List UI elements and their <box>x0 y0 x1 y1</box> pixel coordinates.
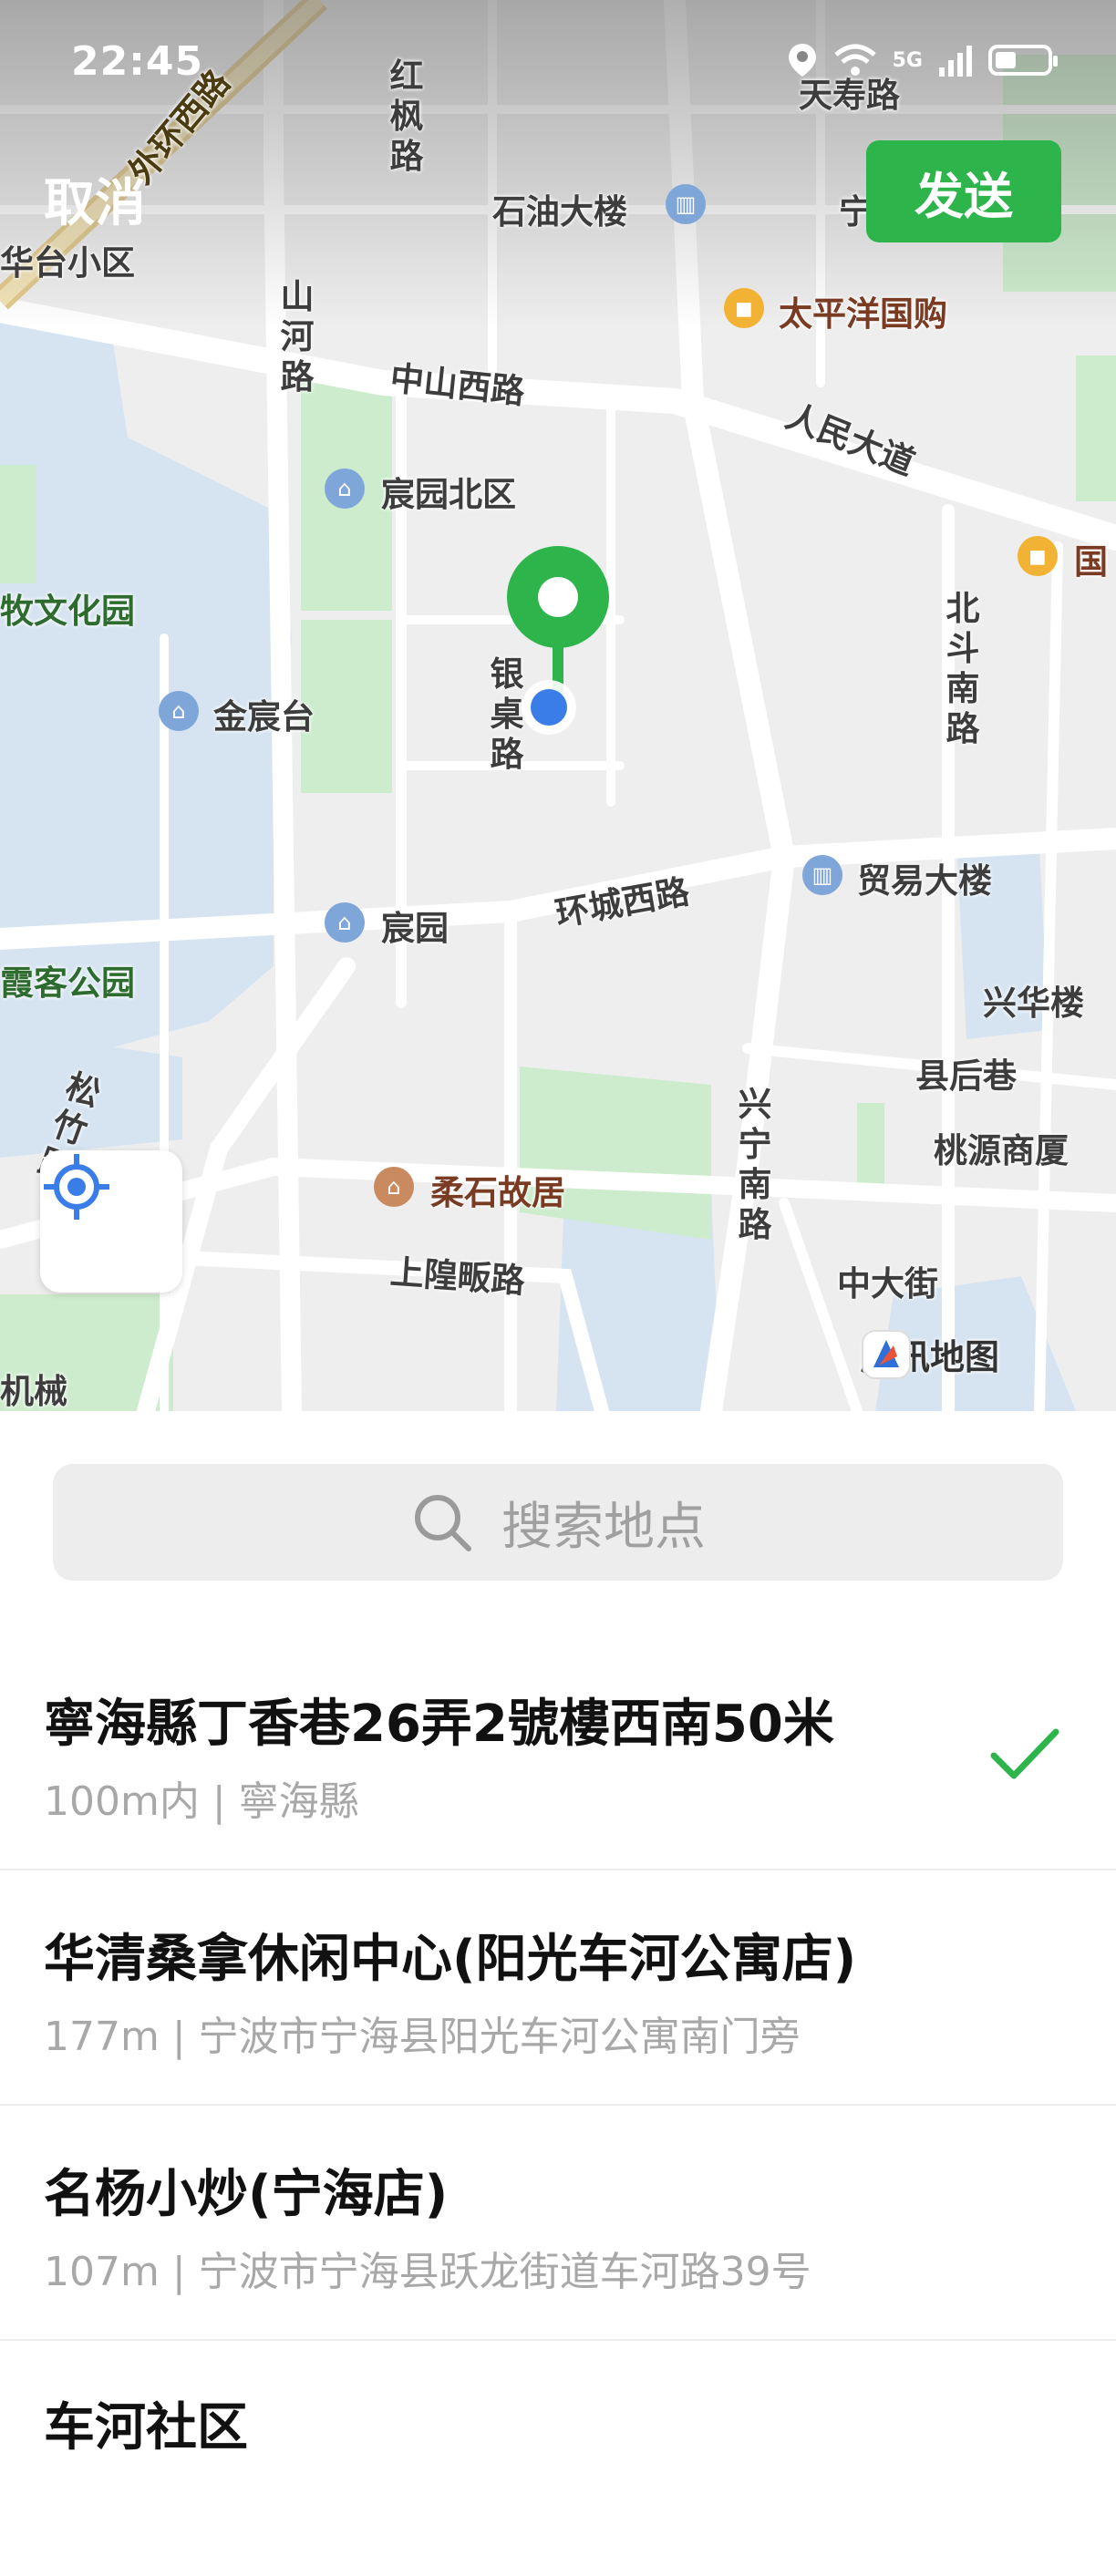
checkmark-icon <box>990 1728 1059 1779</box>
poi-label[interactable]: 宸园 <box>381 901 449 950</box>
road-label: 上隍畈路 <box>388 1252 527 1302</box>
location-subtitle: 100m内 | 寧海縣 <box>44 1778 359 1825</box>
poi-label: 机械 <box>0 1372 67 1411</box>
wifi-icon <box>833 44 876 76</box>
shopping-icon: ◼ <box>724 288 764 328</box>
road-label: 山河路 <box>280 277 315 397</box>
send-button[interactable]: 发送 <box>866 140 1061 242</box>
road-label: 北斗南路 <box>946 589 980 748</box>
location-results-list: 寧海縣丁香巷26弄2號樓西南50米 100m内 | 寧海縣 华清桑拿休闲中心(阳… <box>0 1635 1116 2576</box>
road-label: 兴宁南路 <box>738 1085 772 1244</box>
signal-icon <box>939 46 972 77</box>
list-item[interactable]: 车河社区 <box>0 2341 1116 2576</box>
location-title: 寧海縣丁香巷26弄2號樓西南50米 <box>44 1695 834 1754</box>
location-title: 名杨小炒(宁海店) <box>44 2165 449 2224</box>
locate-me-button[interactable] <box>40 1150 182 1293</box>
status-bar: 22:45 5G <box>0 0 1116 128</box>
poi-label[interactable]: 石油大楼 <box>492 184 627 233</box>
location-subtitle: 107m | 宁波市宁海县跃龙街道车河路39号 <box>44 2249 811 2295</box>
network-type: 5G <box>892 48 923 72</box>
poi-label[interactable]: 贸易大楼 <box>857 853 992 902</box>
poi-label[interactable]: 兴华楼 <box>983 975 1084 1025</box>
status-icons: 5G <box>787 42 1058 78</box>
poi-label[interactable]: 柔石故居 <box>430 1165 565 1214</box>
location-subtitle: 177m | 宁波市宁海县阳光车河公寓南门旁 <box>44 2014 801 2060</box>
crosshair-icon <box>44 1154 109 1220</box>
road-label: 银 桌 路 <box>490 654 524 774</box>
residential-icon: ⌂ <box>159 691 199 731</box>
poi-label[interactable]: 国 <box>1074 534 1108 583</box>
list-item[interactable]: 寧海縣丁香巷26弄2號樓西南50米 100m内 | 寧海縣 <box>0 1635 1116 1870</box>
cancel-button[interactable]: 取消 <box>44 162 146 236</box>
road-label: 县后巷 <box>915 1056 1017 1096</box>
building-icon: ▥ <box>802 855 842 895</box>
tencent-map-logo-icon <box>862 1330 911 1379</box>
poi-label[interactable]: 霞客公园 <box>0 955 135 1005</box>
list-item[interactable]: 华清桑拿休闲中心(阳光车河公寓店) 177m | 宁波市宁海县阳光车河公寓南门旁 <box>0 1870 1116 2106</box>
poi-label[interactable]: 宸园北区 <box>381 467 516 516</box>
landmark-icon: ⌂ <box>374 1167 414 1207</box>
poi-label[interactable]: 桃源商厦 <box>934 1123 1069 1172</box>
building-icon: ▥ <box>666 184 706 224</box>
location-title: 车河社区 <box>44 2398 248 2458</box>
status-time: 22:45 <box>71 38 204 85</box>
road-label: 中大街 <box>837 1264 938 1303</box>
residential-icon: ⌂ <box>325 902 365 943</box>
location-title: 华清桑拿休闲中心(阳光车河公寓店) <box>44 1930 857 1989</box>
map-attribution: 腾讯地图 <box>861 1329 999 1379</box>
search-icon <box>415 1495 471 1551</box>
poi-label[interactable]: 华台小区 <box>0 235 135 284</box>
search-placeholder: 搜索地点 <box>501 1497 706 1557</box>
search-input[interactable]: 搜索地点 <box>53 1464 1063 1581</box>
battery-icon <box>988 45 1058 76</box>
residential-icon: ⌂ <box>325 469 365 509</box>
poi-label[interactable]: 牧文化园 <box>0 583 135 633</box>
list-item[interactable]: 名杨小炒(宁海店) 107m | 宁波市宁海县跃龙街道车河路39号 <box>0 2106 1116 2341</box>
location-icon <box>788 44 816 77</box>
poi-label[interactable]: 金宸台 <box>213 689 315 738</box>
shopping-icon: ◼ <box>1018 536 1058 576</box>
poi-label[interactable]: 太平洋国购 <box>779 286 947 335</box>
